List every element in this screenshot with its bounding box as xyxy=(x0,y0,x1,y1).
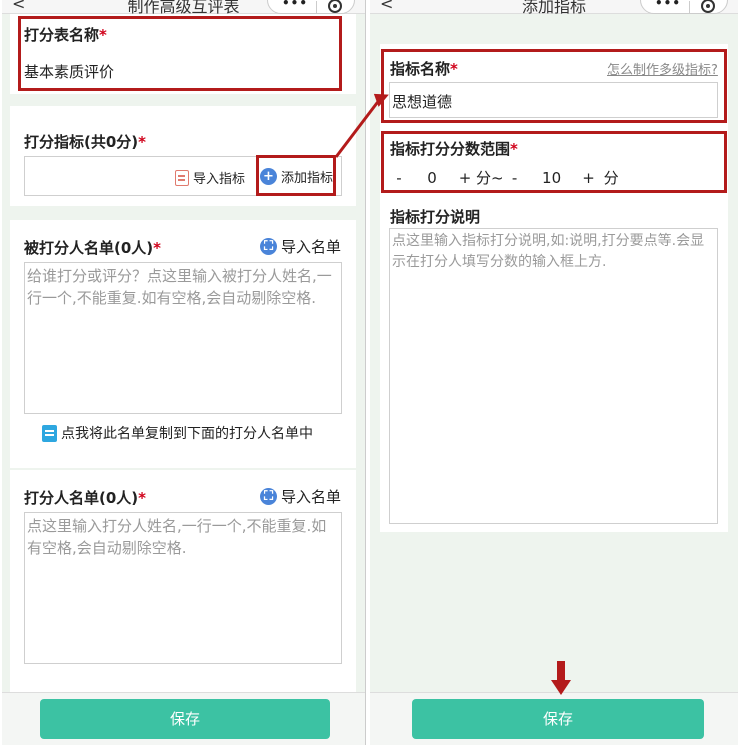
save-arrow-head xyxy=(551,680,571,695)
save-arrow-shaft xyxy=(557,661,565,681)
connector-arrow-head xyxy=(373,93,389,107)
connector-arrow-line xyxy=(334,98,382,158)
annotation-overlay xyxy=(334,93,571,695)
